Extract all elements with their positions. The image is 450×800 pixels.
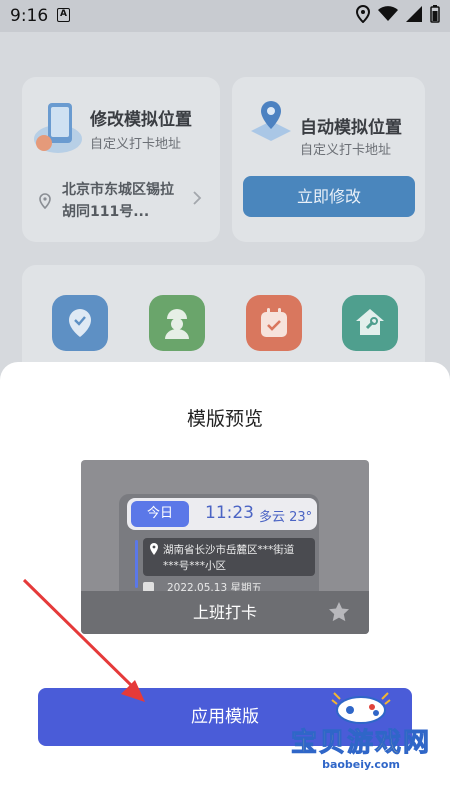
wifi-icon	[378, 6, 398, 21]
status-bar: 9:16 A	[0, 0, 450, 32]
worker-app-icon[interactable]	[149, 295, 205, 351]
modify-now-button[interactable]: 立即修改	[243, 176, 415, 217]
gamepad-logo-icon	[331, 692, 391, 724]
template-preview: 今日 11:23 多云 23° 湖南省长沙市岳麓区***街道 ***号***小区…	[81, 460, 369, 634]
preview-accent-bar	[135, 540, 138, 588]
preview-address-block: 湖南省长沙市岳麓区***街道 ***号***小区	[143, 538, 315, 576]
address-pin-icon	[150, 543, 158, 555]
chevron-right-icon[interactable]	[192, 190, 202, 206]
battery-icon	[430, 5, 440, 23]
location-status-icon	[356, 5, 370, 23]
watermark-text: 宝贝游戏网	[290, 728, 431, 759]
auto-location-card: 自动模拟位置 自定义打卡地址 立即修改	[232, 77, 425, 242]
home-repair-app-icon[interactable]	[342, 295, 398, 351]
modify-location-subtitle: 自定义打卡地址	[90, 137, 182, 152]
calendar-check-app-icon[interactable]	[246, 295, 302, 351]
current-address: 北京市东城区锡拉胡同111号...	[62, 182, 174, 220]
watermark: 宝贝游戏网 baobeiy.com	[276, 690, 446, 790]
modify-location-title: 修改模拟位置	[90, 110, 192, 130]
sheet-title: 模版预览	[186, 408, 263, 430]
preview-time: 11:23	[205, 503, 254, 523]
preview-label: 上班打卡	[192, 603, 257, 622]
modify-location-card[interactable]: 修改模拟位置 自定义打卡地址 北京市东城区锡拉胡同111号...	[22, 77, 220, 242]
notification-a-icon: A	[57, 8, 70, 22]
star-icon[interactable]	[327, 600, 351, 624]
preview-address-line1: 湖南省长沙市岳麓区***街道	[163, 544, 295, 556]
preview-label-band: 上班打卡	[81, 591, 369, 634]
watermark-url: baobeiy.com	[322, 758, 400, 771]
phone-location-illustration-icon	[34, 103, 82, 153]
location-app-icon[interactable]	[52, 295, 108, 351]
status-time: 9:16	[10, 6, 49, 26]
auto-location-title: 自动模拟位置	[300, 118, 402, 138]
signal-icon	[406, 6, 422, 22]
preview-time-row: 今日 11:23 多云 23°	[127, 498, 317, 530]
preview-address-line2: ***号***小区	[163, 560, 226, 572]
auto-location-subtitle: 自定义打卡地址	[300, 143, 392, 158]
preview-weather: 多云 23°	[259, 510, 313, 525]
map-pin-illustration-icon	[251, 101, 291, 141]
map-pin-icon	[39, 193, 51, 209]
today-pill: 今日	[131, 501, 189, 527]
